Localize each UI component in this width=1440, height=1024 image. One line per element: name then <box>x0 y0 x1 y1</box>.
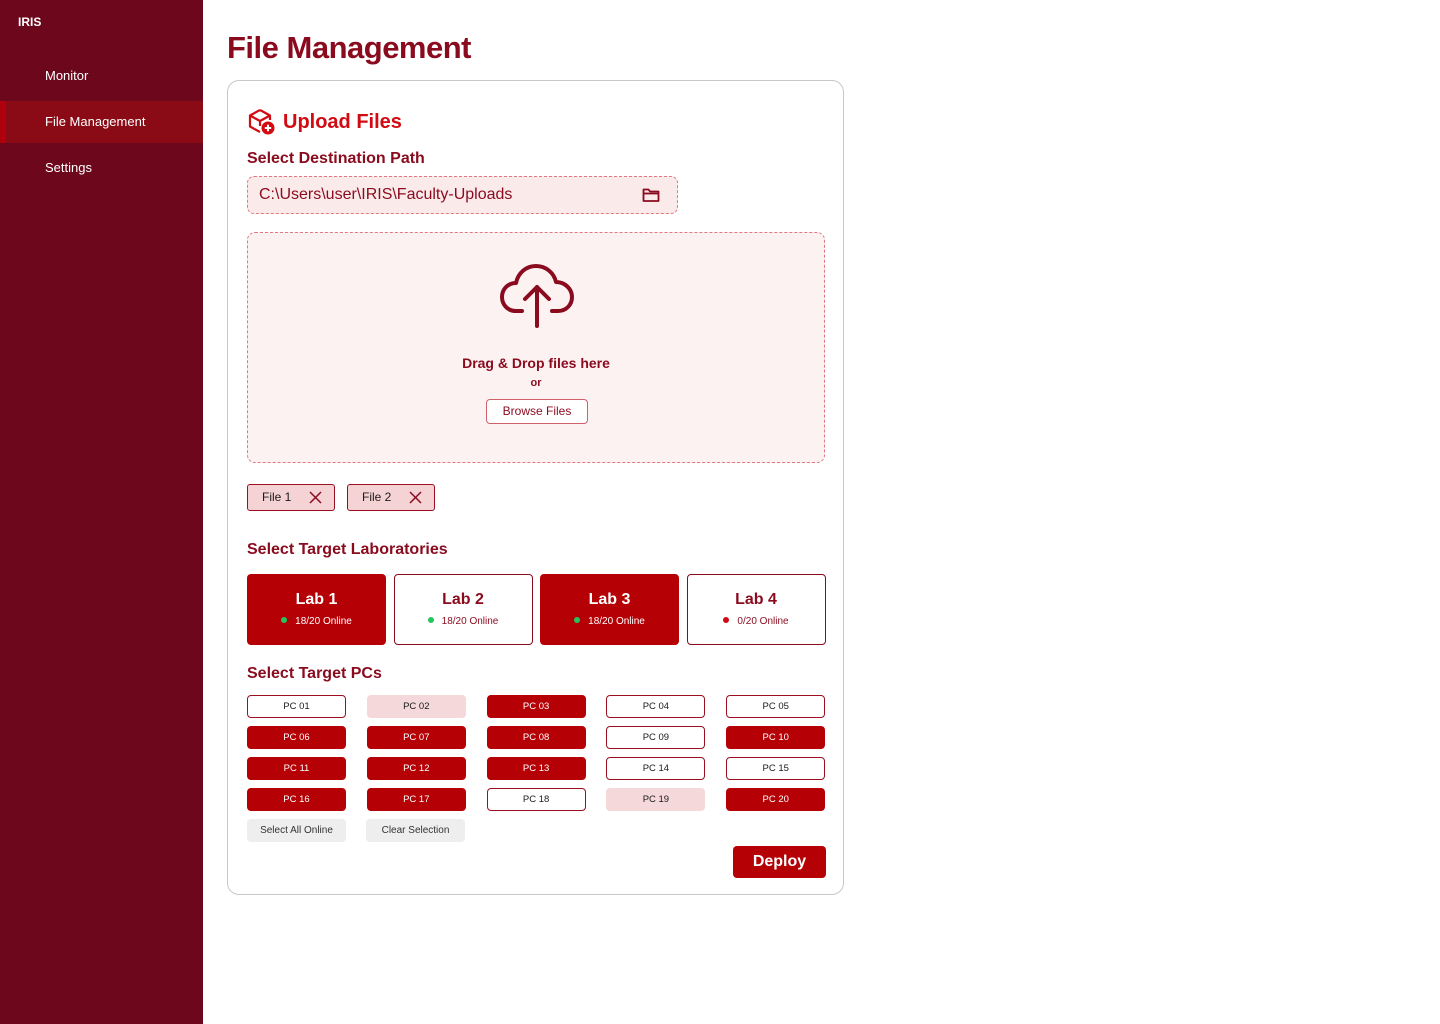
lab-status-text: 18/20 Online <box>588 616 645 627</box>
pc-button[interactable]: PC 17 <box>366 788 466 811</box>
folder-icon[interactable] <box>642 187 660 203</box>
lab-status: 18/20 Online <box>395 616 532 627</box>
app-brand: IRIS <box>18 15 42 29</box>
pc-button[interactable]: PC 03 <box>486 695 586 718</box>
file-chip-label: File 2 <box>362 490 392 504</box>
pc-button[interactable]: PC 02 <box>366 695 466 718</box>
file-chip-label: File 1 <box>262 490 292 504</box>
lab-name: Lab 4 <box>735 591 777 608</box>
pc-button[interactable]: PC 20 <box>726 788 826 811</box>
sidebar-item-label: Monitor <box>45 68 89 83</box>
status-dot <box>427 617 434 623</box>
lab-card-1[interactable]: Lab 1 18/20 Online <box>247 574 386 645</box>
sidebar-item-settings[interactable]: Settings <box>0 147 203 189</box>
status-dot <box>281 617 288 623</box>
pc-button[interactable]: PC 08 <box>486 726 586 749</box>
pc-button[interactable]: PC 05 <box>726 695 826 718</box>
close-icon[interactable] <box>309 491 322 504</box>
sidebar-item-label: File Management <box>45 114 146 129</box>
clear-selection-button[interactable]: Clear Selection <box>366 819 465 842</box>
file-dropzone[interactable]: Drag & Drop files here or Browse Files <box>247 232 825 463</box>
select-all-online-button[interactable]: Select All Online <box>247 819 346 842</box>
pc-button[interactable]: PC 11 <box>247 757 346 780</box>
lab-card-4[interactable]: Lab 4 0/20 Online <box>686 574 826 645</box>
sidebar-item-file-management[interactable]: File Management <box>0 101 203 143</box>
pc-button[interactable]: PC 13 <box>486 757 586 780</box>
lab-status: 0/20 Online <box>688 616 825 627</box>
pc-button[interactable]: PC 10 <box>726 726 826 749</box>
file-chip: File 1 <box>247 484 335 511</box>
pc-button[interactable]: PC 14 <box>606 757 706 780</box>
sidebar-item-label: Settings <box>45 160 92 175</box>
sidebar: IRIS Monitor File Management Settings <box>0 0 203 1024</box>
page-title: File Management <box>227 30 472 65</box>
pc-button[interactable]: PC 12 <box>366 757 466 780</box>
destination-label: Select Destination Path <box>247 150 425 167</box>
lab-card-3[interactable]: Lab 3 18/20 Online <box>540 574 679 645</box>
upload-card: Upload Files Select Destination Path C:\… <box>227 80 844 895</box>
lab-name: Lab 1 <box>295 591 338 608</box>
cube-upload-icon <box>248 109 275 135</box>
destination-path-value: C:\Users\user\IRIS\Faculty-Uploads <box>259 186 513 203</box>
lab-card-2[interactable]: Lab 2 18/20 Online <box>393 574 533 645</box>
pc-button[interactable]: PC 01 <box>247 695 346 718</box>
close-icon[interactable] <box>409 491 422 504</box>
cloud-upload-icon <box>500 264 574 328</box>
pc-button[interactable]: PC 04 <box>606 695 706 718</box>
status-dot <box>723 617 730 623</box>
lab-status: 18/20 Online <box>248 616 385 627</box>
labs-label: Select Target Laboratories <box>247 541 448 558</box>
pc-button[interactable]: PC 15 <box>726 757 826 780</box>
lab-status-text: 18/20 Online <box>295 616 352 627</box>
lab-name: Lab 3 <box>588 591 631 608</box>
pc-button[interactable]: PC 09 <box>606 726 706 749</box>
dropzone-text: Drag & Drop files here <box>462 355 610 371</box>
pc-button[interactable]: PC 16 <box>247 788 346 811</box>
lab-status-text: 0/20 Online <box>737 616 789 627</box>
lab-status-text: 18/20 Online <box>441 616 499 627</box>
status-dot <box>574 617 581 623</box>
file-chip: File 2 <box>347 484 435 511</box>
destination-path-field[interactable]: C:\Users\user\IRIS\Faculty-Uploads <box>247 176 678 214</box>
browse-files-button[interactable]: Browse Files <box>486 399 588 424</box>
pc-button[interactable]: PC 06 <box>247 726 346 749</box>
sidebar-item-monitor[interactable]: Monitor <box>0 55 203 97</box>
deploy-button[interactable]: Deploy <box>733 846 826 878</box>
upload-title: Upload Files <box>283 111 402 133</box>
pc-button[interactable]: PC 19 <box>606 788 706 811</box>
pc-button[interactable]: PC 18 <box>486 788 586 811</box>
lab-name: Lab 2 <box>442 591 484 608</box>
pcs-label: Select Target PCs <box>247 665 382 682</box>
dropzone-or: or <box>530 377 542 389</box>
pc-button[interactable]: PC 07 <box>366 726 466 749</box>
lab-status: 18/20 Online <box>541 616 678 627</box>
